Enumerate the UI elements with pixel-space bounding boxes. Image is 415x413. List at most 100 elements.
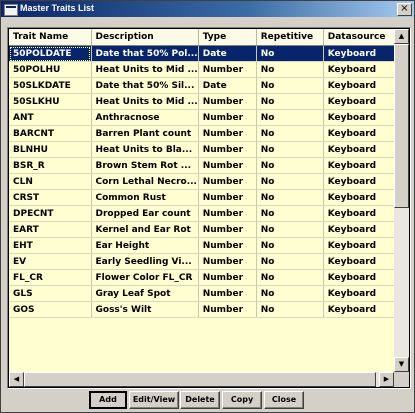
- trait-name-cell[interactable]: EART: [9, 221, 92, 238]
- type-cell[interactable]: Number: [198, 173, 257, 190]
- column-header-trait-name[interactable]: Trait Name: [9, 29, 92, 46]
- description-cell[interactable]: Goss's Wilt: [91, 301, 199, 318]
- column-header-repetitive[interactable]: Repetitive: [256, 29, 324, 46]
- title-bar[interactable]: Master Traits List ×: [1, 1, 414, 17]
- trait-name-cell[interactable]: 50POLDATE: [9, 45, 92, 62]
- repetitive-cell[interactable]: No: [256, 205, 324, 222]
- trait-name-cell[interactable]: DPECNT: [9, 205, 92, 222]
- table-row[interactable]: GLS Gray Leaf Spot Number No Keyboard: [9, 285, 405, 302]
- repetitive-cell[interactable]: No: [256, 77, 324, 94]
- repetitive-cell[interactable]: No: [256, 61, 324, 78]
- description-cell[interactable]: Ear Height: [91, 237, 199, 254]
- datasource-cell[interactable]: Keyboard: [323, 205, 405, 222]
- datasource-cell[interactable]: Keyboard: [323, 173, 405, 190]
- trait-name-cell[interactable]: FL_CR: [9, 269, 92, 286]
- table-row[interactable]: 50POLDATE Date that 50% Pol... Date No Keybo…: [9, 45, 405, 62]
- scroll-down-icon[interactable]: ▼: [394, 357, 409, 372]
- type-cell[interactable]: Number: [198, 141, 257, 158]
- table-row[interactable]: EHT Ear Height Number No Keyboard: [9, 237, 405, 254]
- datasource-cell[interactable]: Keyboard: [323, 221, 405, 238]
- type-cell[interactable]: Number: [198, 125, 257, 142]
- table-row[interactable]: GOS Goss's Wilt Number No Keyboard: [9, 301, 405, 318]
- datasource-cell[interactable]: Keyboard: [323, 45, 405, 62]
- type-cell[interactable]: Number: [198, 269, 257, 286]
- table-row[interactable]: CLN Corn Lethal Necro... Number No Keyboard: [9, 173, 405, 190]
- trait-name-cell[interactable]: 50SLKHU: [9, 93, 92, 110]
- trait-name-cell[interactable]: 50SLKDATE: [9, 77, 92, 94]
- trait-name-cell[interactable]: CLN: [9, 173, 92, 190]
- description-cell[interactable]: Kernel and Ear Rot: [91, 221, 199, 238]
- vertical-scrollbar[interactable]: ▲ ▼: [394, 29, 409, 372]
- description-cell[interactable]: Date that 50% Pol...: [91, 45, 199, 62]
- description-cell[interactable]: Barren Plant count: [91, 125, 199, 142]
- datasource-cell[interactable]: Keyboard: [323, 61, 405, 78]
- datasource-cell[interactable]: Keyboard: [323, 189, 405, 206]
- type-cell[interactable]: Date: [198, 45, 257, 62]
- repetitive-cell[interactable]: No: [256, 237, 324, 254]
- table-row[interactable]: 50SLKHU Heat Units to Mid ... Number No Keyb…: [9, 93, 405, 110]
- table-row[interactable]: CRST Common Rust Number No Keyboard: [9, 189, 405, 206]
- table-row[interactable]: BARCNT Barren Plant count Number No Keyboard: [9, 125, 405, 142]
- description-cell[interactable]: Dropped Ear count: [91, 205, 199, 222]
- type-cell[interactable]: Number: [198, 157, 257, 174]
- horizontal-scroll-thumb[interactable]: [24, 372, 376, 387]
- repetitive-cell[interactable]: No: [256, 45, 324, 62]
- repetitive-cell[interactable]: No: [256, 269, 324, 286]
- description-cell[interactable]: Heat Units to Mid ...: [91, 93, 199, 110]
- repetitive-cell[interactable]: No: [256, 221, 324, 238]
- scroll-left-icon[interactable]: ◀: [9, 372, 24, 387]
- type-cell[interactable]: Number: [198, 285, 257, 302]
- repetitive-cell[interactable]: No: [256, 173, 324, 190]
- repetitive-cell[interactable]: No: [256, 157, 324, 174]
- type-cell[interactable]: Number: [198, 301, 257, 318]
- repetitive-cell[interactable]: No: [256, 189, 324, 206]
- datasource-cell[interactable]: Keyboard: [323, 237, 405, 254]
- scroll-up-icon[interactable]: ▲: [394, 29, 409, 44]
- trait-name-cell[interactable]: ANT: [9, 109, 92, 126]
- type-cell[interactable]: Number: [198, 93, 257, 110]
- type-cell[interactable]: Number: [198, 205, 257, 222]
- table-row[interactable]: BSR_R Brown Stem Rot ... Number No Keyboard: [9, 157, 405, 174]
- column-header-description[interactable]: Description: [91, 29, 199, 46]
- column-header-datasource[interactable]: Datasource: [323, 29, 405, 46]
- table-row[interactable]: EV Early Seedling Vi... Number No Keyboard: [9, 253, 405, 270]
- type-cell[interactable]: Number: [198, 61, 257, 78]
- repetitive-cell[interactable]: No: [256, 285, 324, 302]
- table-row[interactable]: DPECNT Dropped Ear count Number No Keyboard: [9, 205, 405, 222]
- description-cell[interactable]: Date that 50% Sil...: [91, 77, 199, 94]
- column-header-type[interactable]: Type: [198, 29, 257, 46]
- datasource-cell[interactable]: Keyboard: [323, 157, 405, 174]
- repetitive-cell[interactable]: No: [256, 253, 324, 270]
- repetitive-cell[interactable]: No: [256, 141, 324, 158]
- scroll-right-icon[interactable]: ▶: [379, 372, 394, 387]
- edit-view-button[interactable]: Edit/View: [129, 391, 179, 409]
- description-cell[interactable]: Gray Leaf Spot: [91, 285, 199, 302]
- trait-name-cell[interactable]: EHT: [9, 237, 92, 254]
- delete-button[interactable]: Delete: [180, 391, 220, 409]
- datasource-cell[interactable]: Keyboard: [323, 269, 405, 286]
- trait-name-cell[interactable]: 50POLHU: [9, 61, 92, 78]
- repetitive-cell[interactable]: No: [256, 301, 324, 318]
- trait-name-cell[interactable]: BSR_R: [9, 157, 92, 174]
- table-row[interactable]: BLNHU Heat Units to Bla... Number No Keyboar…: [9, 141, 405, 158]
- description-cell[interactable]: Early Seedling Vi...: [91, 253, 199, 270]
- datasource-cell[interactable]: Keyboard: [323, 125, 405, 142]
- datasource-cell[interactable]: Keyboard: [323, 77, 405, 94]
- datasource-cell[interactable]: Keyboard: [323, 109, 405, 126]
- type-cell[interactable]: Number: [198, 253, 257, 270]
- horizontal-scrollbar[interactable]: ◀ ▶: [9, 372, 394, 387]
- description-cell[interactable]: Heat Units to Bla...: [91, 141, 199, 158]
- description-cell[interactable]: Flower Color FL_CR: [91, 269, 199, 286]
- vertical-scroll-thumb[interactable]: [394, 44, 409, 208]
- repetitive-cell[interactable]: No: [256, 109, 324, 126]
- table-row[interactable]: EART Kernel and Ear Rot Number No Keyboard: [9, 221, 405, 238]
- description-cell[interactable]: Brown Stem Rot ...: [91, 157, 199, 174]
- close-icon[interactable]: ×: [397, 3, 412, 16]
- trait-name-cell[interactable]: CRST: [9, 189, 92, 206]
- trait-name-cell[interactable]: BLNHU: [9, 141, 92, 158]
- datasource-cell[interactable]: Keyboard: [323, 285, 405, 302]
- description-cell[interactable]: Anthracnose: [91, 109, 199, 126]
- table-row[interactable]: 50POLHU Heat Units to Mid ... Number No Keyb…: [9, 61, 405, 78]
- description-cell[interactable]: Heat Units to Mid ...: [91, 61, 199, 78]
- description-cell[interactable]: Common Rust: [91, 189, 199, 206]
